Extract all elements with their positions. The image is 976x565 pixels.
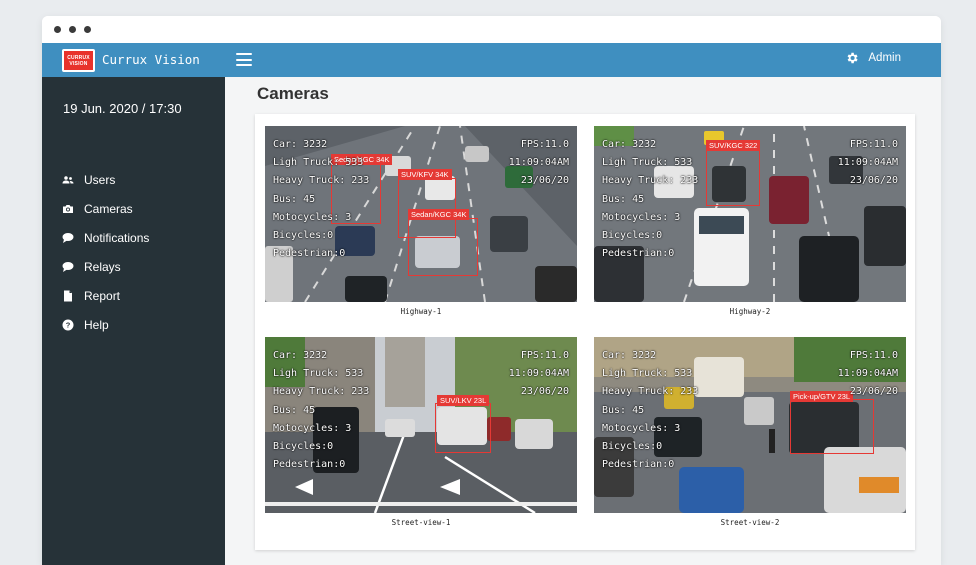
sidebar-item-report[interactable]: Report (62, 281, 149, 310)
sidebar-item-label: Notifications (84, 230, 150, 245)
window-titlebar (42, 16, 941, 43)
feed-meta: FPS:11.0 11:09:04AM 23/06/20 (508, 139, 569, 187)
svg-text:?: ? (66, 320, 71, 329)
sidebar-item-users[interactable]: Users (62, 165, 149, 194)
logo-text: CURRUX VISION (67, 55, 90, 67)
brand-name[interactable]: Currux Vision (102, 52, 200, 67)
traffic-stats: Car: 3232 Ligh Truck: 533 Heavy Truck: 233… (602, 350, 699, 471)
sidebar-item-label: Help (84, 317, 109, 332)
admin-menu[interactable]: Admin (868, 52, 901, 64)
camera-tile-highway-1: Sedan/KGC 34K SUV/KFV 34K Sedan/KGC 34K … (265, 126, 577, 316)
question-circle-icon: ? (62, 319, 74, 330)
camera-icon (63, 204, 73, 213)
feed-meta: FPS:11.0 11:09:04AM 23/06/20 (508, 350, 569, 398)
camera-tile-highway-2: SUV/KGC 322 Car: 3232 Ligh Truck: 533 Heav… (594, 126, 906, 316)
hamburger-icon[interactable] (236, 53, 252, 66)
sidebar-item-help[interactable]: ? Help (62, 310, 149, 339)
camera-name: Street-view-2 (720, 518, 780, 527)
detection-label: SUV/KGC 322 (706, 140, 761, 151)
detection-label: SUV/LKV 23L (437, 395, 490, 406)
camera-tile-street-view-1: SUV/LKV 23L Car: 3232 Ligh Truck: 533 Heav… (265, 337, 577, 527)
sidebar-item-label: Report (84, 288, 121, 303)
current-datetime: 19 Jun. 2020 / 17:30 (63, 101, 182, 116)
traffic-stats: Car: 3232 Ligh Truck: 533 Heavy Truck: 233… (602, 139, 699, 260)
traffic-stats: Car: 3232 Ligh Truck: 533 Heavy Truck: 233… (273, 350, 370, 471)
camera-feed[interactable]: Pick-up/GTV 23L Car: 3232 Ligh Truck: 533… (594, 337, 906, 513)
sidebar-item-relays[interactable]: Relays (62, 252, 149, 281)
browser-window: CURRUX VISION Currux Vision Admin 19 Jun… (42, 16, 941, 565)
users-icon (62, 175, 74, 183)
chat-bubble-icon (62, 261, 74, 272)
sidebar: 19 Jun. 2020 / 17:30 Users Cameras Notif… (42, 77, 225, 565)
traffic-stats: Car: 3232 Ligh Truck: 533 Heavy Truck: 233… (273, 139, 370, 260)
gear-icon[interactable] (845, 51, 859, 65)
page-title: Cameras (257, 84, 329, 103)
camera-name: Highway-2 (729, 307, 771, 316)
camera-tile-street-view-2: Pick-up/GTV 23L Car: 3232 Ligh Truck: 533… (594, 337, 906, 527)
sidebar-item-cameras[interactable]: Cameras (62, 194, 149, 223)
document-icon (64, 290, 72, 301)
detection-label: SUV/KFV 34K (398, 169, 452, 180)
detection-box (408, 218, 478, 276)
camera-name: Highway-1 (400, 307, 442, 316)
camera-feed[interactable]: SUV/KGC 322 Car: 3232 Ligh Truck: 533 Heav… (594, 126, 906, 302)
camera-name: Street-view-1 (391, 518, 451, 527)
main-content: Cameras Sedan/KGC 34K SUV/KFV 34K Sedan/… (225, 77, 941, 565)
feed-meta: FPS:11.0 11:09:04AM 23/06/20 (837, 139, 898, 187)
window-dot-icon[interactable] (69, 26, 76, 33)
sidebar-item-label: Cameras (84, 201, 133, 216)
sidebar-item-label: Users (84, 172, 116, 187)
sidebar-item-notifications[interactable]: Notifications (62, 223, 149, 252)
camera-feed[interactable]: Sedan/KGC 34K SUV/KFV 34K Sedan/KGC 34K … (265, 126, 577, 302)
chat-bubble-icon (62, 232, 74, 243)
window-dot-icon[interactable] (54, 26, 61, 33)
brand-logo[interactable]: CURRUX VISION (62, 49, 95, 72)
feed-meta: FPS:11.0 11:09:04AM 23/06/20 (837, 350, 898, 398)
cameras-grid: Sedan/KGC 34K SUV/KFV 34K Sedan/KGC 34K … (255, 114, 915, 550)
detection-box (706, 148, 760, 206)
window-dot-icon[interactable] (84, 26, 91, 33)
top-navbar: CURRUX VISION Currux Vision Admin (42, 43, 941, 77)
detection-box (435, 403, 491, 453)
sidebar-nav: Users Cameras Notifications Relays Repor… (62, 165, 149, 339)
detection-box (790, 399, 874, 454)
camera-feed[interactable]: SUV/LKV 23L Car: 3232 Ligh Truck: 533 Heav… (265, 337, 577, 513)
sidebar-item-label: Relays (84, 259, 121, 274)
detection-label: Sedan/KGC 34K (408, 209, 470, 220)
